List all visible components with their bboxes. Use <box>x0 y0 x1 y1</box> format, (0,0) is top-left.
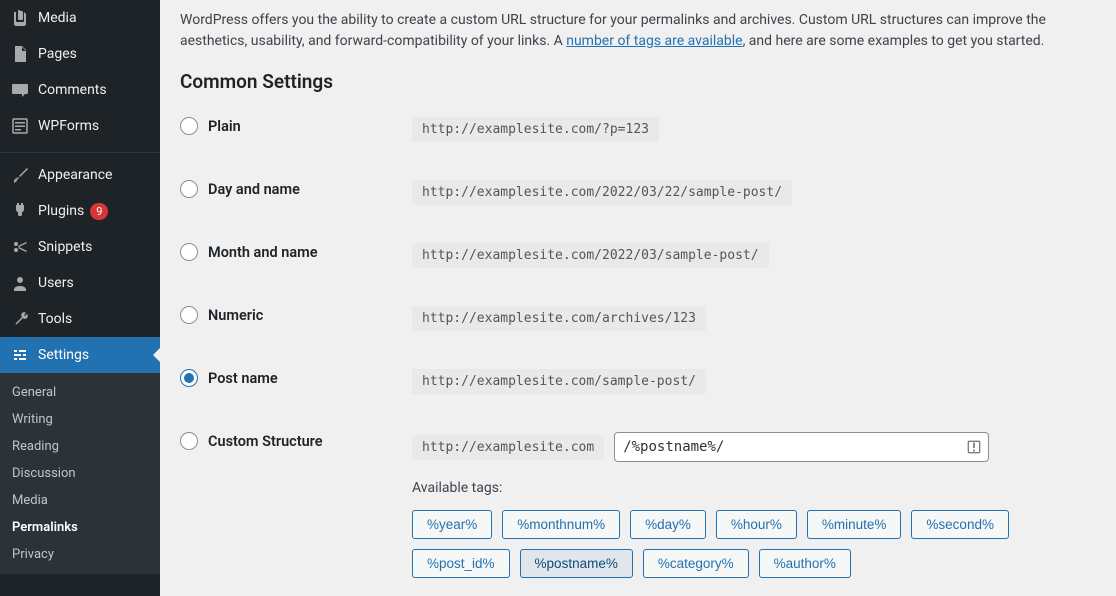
example-numeric: http://examplesite.com/archives/123 <box>412 306 706 331</box>
plug-icon <box>10 201 30 221</box>
option-label: Month and name <box>208 244 318 261</box>
sidebar-item-tools[interactable]: Tools <box>0 301 160 337</box>
option-month-name: Month and name http://examplesite.com/20… <box>180 243 1096 268</box>
option-plain: Plain http://examplesite.com/?p=123 <box>180 117 1096 142</box>
radio-plain[interactable]: Plain <box>180 117 412 135</box>
example-plain: http://examplesite.com/?p=123 <box>412 117 659 142</box>
radio-post-name[interactable]: Post name <box>180 369 412 387</box>
sidebar-label: WPForms <box>38 118 99 134</box>
scissors-icon <box>10 237 30 257</box>
tag-postname[interactable]: %postname% <box>520 549 633 578</box>
submenu-privacy[interactable]: Privacy <box>0 541 160 568</box>
radio-numeric[interactable]: Numeric <box>180 306 412 324</box>
tag-post-id[interactable]: %post_id% <box>412 549 510 578</box>
radio-input-month-name[interactable] <box>180 243 198 261</box>
tag-monthnum[interactable]: %monthnum% <box>502 510 620 539</box>
custom-prefix: http://examplesite.com <box>412 435 604 460</box>
tag-second[interactable]: %second% <box>911 510 1009 539</box>
option-post-name: Post name http://examplesite.com/sample-… <box>180 369 1096 394</box>
sidebar-item-appearance[interactable]: Appearance <box>0 157 160 193</box>
brush-icon <box>10 165 30 185</box>
option-label: Day and name <box>208 181 300 198</box>
submenu-permalinks[interactable]: Permalinks <box>0 514 160 541</box>
submenu-reading[interactable]: Reading <box>0 433 160 460</box>
submenu-general[interactable]: General <box>0 379 160 406</box>
comment-icon <box>10 80 30 100</box>
tag-minute[interactable]: %minute% <box>807 510 902 539</box>
sidebar-label: Comments <box>38 82 107 98</box>
submenu-media[interactable]: Media <box>0 487 160 514</box>
tag-author[interactable]: %author% <box>759 549 851 578</box>
available-tags-label: Available tags: <box>412 480 1096 496</box>
radio-input-day-name[interactable] <box>180 180 198 198</box>
sidebar-item-wpforms[interactable]: WPForms <box>0 108 160 144</box>
sidebar-label: Settings <box>38 347 89 363</box>
sidebar-item-users[interactable]: Users <box>0 265 160 301</box>
option-day-name: Day and name http://examplesite.com/2022… <box>180 180 1096 205</box>
form-icon <box>10 116 30 136</box>
main-content: WordPress offers you the ability to crea… <box>160 0 1116 596</box>
sidebar-item-snippets[interactable]: Snippets <box>0 229 160 265</box>
tags-link[interactable]: number of tags are available <box>566 33 742 49</box>
option-label: Post name <box>208 370 278 387</box>
custom-right: http://examplesite.com Available tags: %… <box>412 432 1096 578</box>
sidebar-item-settings[interactable]: Settings <box>0 337 160 373</box>
radio-input-custom[interactable] <box>180 432 198 450</box>
sliders-icon <box>10 345 30 365</box>
custom-structure-input[interactable] <box>614 432 989 462</box>
option-label: Numeric <box>208 307 263 324</box>
sidebar-label: Snippets <box>38 239 92 255</box>
option-numeric: Numeric http://examplesite.com/archives/… <box>180 306 1096 331</box>
intro-text: WordPress offers you the ability to crea… <box>180 10 1096 52</box>
radio-day-name[interactable]: Day and name <box>180 180 412 198</box>
sidebar-item-pages[interactable]: Pages <box>0 36 160 72</box>
wrench-icon <box>10 309 30 329</box>
radio-input-numeric[interactable] <box>180 306 198 324</box>
sidebar-item-media[interactable]: Media <box>0 0 160 36</box>
tags-container: %year% %monthnum% %day% %hour% %minute% … <box>412 510 1096 578</box>
sidebar-label: Media <box>38 10 77 26</box>
example-post-name: http://examplesite.com/sample-post/ <box>412 369 706 394</box>
radio-input-post-name[interactable] <box>180 369 198 387</box>
settings-submenu: General Writing Reading Discussion Media… <box>0 373 160 574</box>
sidebar-label: Users <box>38 275 74 291</box>
intro-part2: , and here are some examples to get you … <box>743 33 1045 49</box>
sidebar-label: Appearance <box>38 167 112 183</box>
media-icon <box>10 8 30 28</box>
update-badge: 9 <box>90 203 108 220</box>
submenu-discussion[interactable]: Discussion <box>0 460 160 487</box>
sidebar-label: Pages <box>38 46 77 62</box>
tag-day[interactable]: %day% <box>630 510 706 539</box>
sidebar-label: Plugins <box>38 203 84 219</box>
tag-category[interactable]: %category% <box>643 549 749 578</box>
tag-hour[interactable]: %hour% <box>716 510 797 539</box>
radio-custom[interactable]: Custom Structure <box>180 432 412 450</box>
sidebar-label: Tools <box>38 311 72 327</box>
option-label: Custom Structure <box>208 433 323 450</box>
user-icon <box>10 273 30 293</box>
common-settings-heading: Common Settings <box>180 70 1096 93</box>
example-month-name: http://examplesite.com/2022/03/sample-po… <box>412 243 769 268</box>
submenu-writing[interactable]: Writing <box>0 406 160 433</box>
menu-separator <box>0 148 160 153</box>
sidebar-item-comments[interactable]: Comments <box>0 72 160 108</box>
sidebar-item-plugins[interactable]: Plugins 9 <box>0 193 160 229</box>
tag-year[interactable]: %year% <box>412 510 492 539</box>
admin-sidebar: Media Pages Comments WPForms Appearance … <box>0 0 160 596</box>
option-custom: Custom Structure http://examplesite.com … <box>180 432 1096 578</box>
page-icon <box>10 44 30 64</box>
example-day-name: http://examplesite.com/2022/03/22/sample… <box>412 180 792 205</box>
option-label: Plain <box>208 118 241 135</box>
radio-month-name[interactable]: Month and name <box>180 243 412 261</box>
radio-input-plain[interactable] <box>180 117 198 135</box>
